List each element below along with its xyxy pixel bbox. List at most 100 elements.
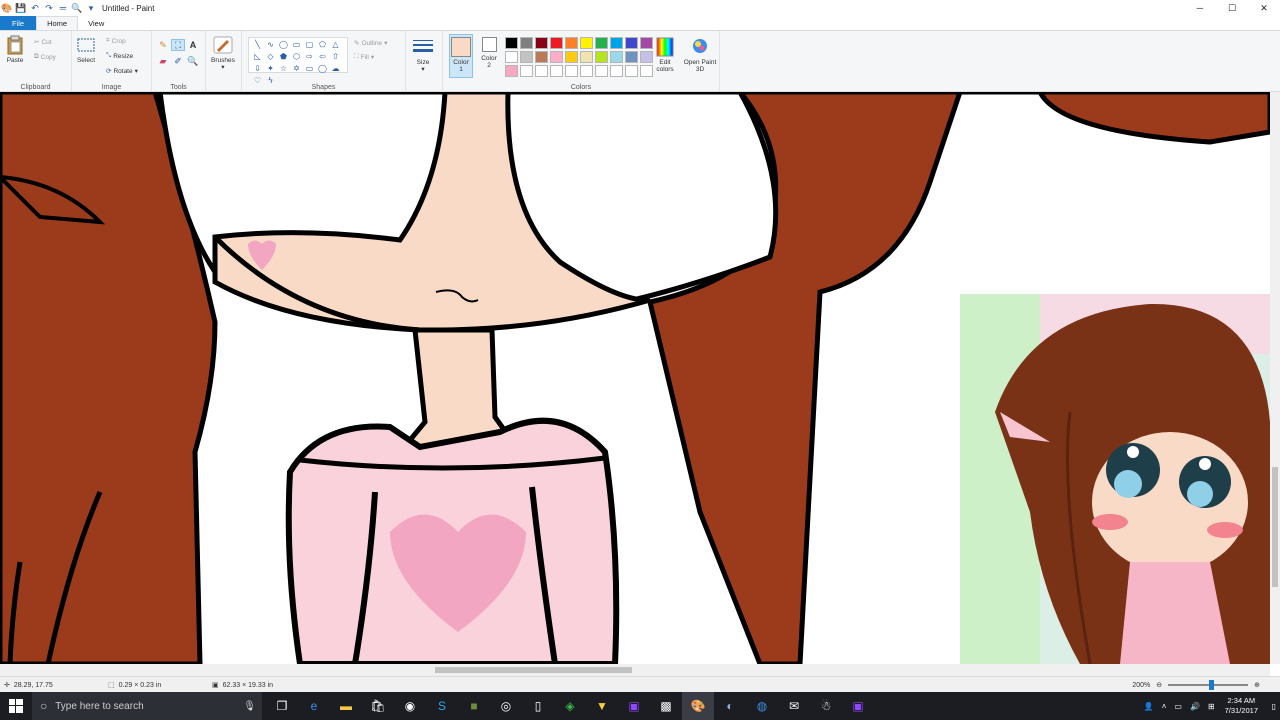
palette-swatch[interactable] xyxy=(520,65,533,77)
brushes-button[interactable]: Brushes ▾ xyxy=(211,34,235,71)
hexagon-shape-icon[interactable]: ⬡ xyxy=(290,50,303,62)
zoom-slider[interactable] xyxy=(1168,680,1249,690)
paint-app-icon[interactable]: 🎨 xyxy=(1,3,12,13)
palette-swatch[interactable] xyxy=(580,51,593,63)
crop-button[interactable]: ⌗ Crop xyxy=(106,35,126,47)
palette-swatch[interactable] xyxy=(505,37,518,49)
palette-swatch[interactable] xyxy=(535,51,548,63)
drawing-canvas[interactable] xyxy=(0,92,1270,664)
chrome-icon[interactable]: ◉ xyxy=(394,692,426,720)
zoom-in-icon[interactable]: ⊕ xyxy=(1254,681,1260,689)
oval-shape-icon[interactable]: ◯ xyxy=(277,38,290,50)
palette-swatch[interactable] xyxy=(565,65,578,77)
palette-swatch[interactable] xyxy=(625,51,638,63)
app-icon-7[interactable]: ◎ xyxy=(490,692,522,720)
twitch-icon-2[interactable]: ▣ xyxy=(842,692,874,720)
volume-icon[interactable]: 🔊 xyxy=(1190,702,1200,711)
tab-view[interactable]: View xyxy=(78,16,114,30)
app-icon-10[interactable]: ▼ xyxy=(586,692,618,720)
palette-swatch[interactable] xyxy=(580,65,593,77)
color-picker-icon[interactable]: ✐ xyxy=(171,55,185,67)
callout-oval-icon[interactable]: ◯ xyxy=(316,62,329,74)
app-icon-12[interactable]: ▩ xyxy=(650,692,682,720)
palette-swatch[interactable] xyxy=(610,65,623,77)
vertical-scroll-thumb[interactable] xyxy=(1272,467,1278,587)
right-triangle-shape-icon[interactable]: ◺ xyxy=(251,50,264,62)
palette-swatch[interactable] xyxy=(580,37,593,49)
palette-swatch[interactable] xyxy=(610,51,623,63)
palette-swatch[interactable] xyxy=(535,65,548,77)
down-arrow-shape-icon[interactable]: ⇩ xyxy=(251,62,264,74)
edit-colors-button[interactable]: Edit colors xyxy=(653,36,677,73)
palette-swatch[interactable] xyxy=(565,37,578,49)
size-button[interactable]: Size ▾ xyxy=(413,36,433,73)
palette-swatch[interactable] xyxy=(595,51,608,63)
horizontal-scroll-thumb[interactable] xyxy=(435,667,632,673)
curve-shape-icon[interactable]: ∿ xyxy=(264,38,277,50)
cut-button[interactable]: ✂ Cut xyxy=(34,36,52,48)
tab-home[interactable]: Home xyxy=(36,16,79,30)
palette-swatch[interactable] xyxy=(625,37,638,49)
five-point-star-icon[interactable]: ☆ xyxy=(277,62,290,74)
six-point-star-icon[interactable]: ✡ xyxy=(290,62,303,74)
palette-swatch[interactable] xyxy=(550,51,563,63)
zoom-out-icon[interactable]: ⊖ xyxy=(1156,681,1162,689)
copy-button[interactable]: ⧉ Copy xyxy=(34,51,56,63)
app-icon-17[interactable]: ☃ xyxy=(810,692,842,720)
microphone-icon[interactable]: 🎙 xyxy=(243,701,256,712)
up-arrow-shape-icon[interactable]: ⇧ xyxy=(329,50,342,62)
network-icon[interactable]: ▭ xyxy=(1174,702,1182,711)
skype-icon[interactable]: S xyxy=(426,692,458,720)
palette-swatch[interactable] xyxy=(610,37,623,49)
pentagon-shape-icon[interactable]: ⬟ xyxy=(277,50,290,62)
redo-icon[interactable]: ↷ xyxy=(44,3,54,13)
people-icon[interactable]: 👤 xyxy=(1144,702,1154,711)
four-point-star-icon[interactable]: ✦ xyxy=(264,62,277,74)
color2-button[interactable]: Color 2 xyxy=(478,37,500,69)
file-explorer-icon[interactable]: ▬ xyxy=(330,692,362,720)
palette-swatch[interactable] xyxy=(640,37,653,49)
palette-swatch[interactable] xyxy=(520,37,533,49)
app-icon-15[interactable]: ◍ xyxy=(746,692,778,720)
palette-swatch[interactable] xyxy=(595,37,608,49)
callout-rect-icon[interactable]: ▭ xyxy=(303,62,316,74)
notification-icon[interactable]: ⊞ xyxy=(1208,702,1215,711)
palette-swatch[interactable] xyxy=(640,65,653,77)
palette-swatch[interactable] xyxy=(535,37,548,49)
palette-swatch[interactable] xyxy=(520,51,533,63)
undo-icon[interactable]: ↶ xyxy=(30,3,40,13)
edge-icon[interactable]: e xyxy=(298,692,330,720)
text-icon[interactable]: A xyxy=(186,39,200,51)
paint-taskbar-icon[interactable]: 🎨 xyxy=(682,692,714,720)
open-paint3d-button[interactable]: Open Paint 3D xyxy=(683,36,717,73)
save-icon[interactable]: 💾 xyxy=(15,3,26,13)
magnifier-icon[interactable]: 🔍 xyxy=(186,55,200,67)
twitch-icon[interactable]: ▣ xyxy=(618,692,650,720)
minecraft-icon[interactable]: ■ xyxy=(458,692,490,720)
palette-swatch[interactable] xyxy=(565,51,578,63)
action-center-icon[interactable]: ▯ xyxy=(1272,702,1276,711)
maximize-button[interactable]: ☐ xyxy=(1216,0,1248,16)
tab-file[interactable]: File xyxy=(0,16,37,30)
resize-button[interactable]: ⤡ Resize xyxy=(106,50,133,62)
outline-button[interactable]: ✎ Outline ▾ xyxy=(354,37,387,49)
right-arrow-shape-icon[interactable]: ⇨ xyxy=(303,50,316,62)
rounded-rectangle-shape-icon[interactable]: ▢ xyxy=(303,38,316,50)
rectangle-shape-icon[interactable]: ▭ xyxy=(290,38,303,50)
palette-swatch[interactable] xyxy=(550,37,563,49)
steam-icon[interactable]: ◐ xyxy=(714,692,746,720)
document-icon[interactable]: ▯ xyxy=(522,692,554,720)
palette-swatch[interactable] xyxy=(625,65,638,77)
fill-bucket-icon[interactable]: ⛶ xyxy=(171,39,185,51)
line-shape-icon[interactable]: ╲ xyxy=(251,38,264,50)
pencil-icon[interactable]: ✎ xyxy=(156,39,170,51)
taskbar-search[interactable]: ○ Type here to search 🎙 xyxy=(32,692,262,720)
customize-chevron-icon[interactable]: ▾ xyxy=(86,3,96,13)
palette-swatch[interactable] xyxy=(505,65,518,77)
start-button[interactable] xyxy=(0,692,32,720)
app-icon-9[interactable]: ◈ xyxy=(554,692,586,720)
task-view-icon[interactable]: ❐ xyxy=(266,692,298,720)
diamond-shape-icon[interactable]: ◇ xyxy=(264,50,277,62)
rotate-button[interactable]: ⟳ Rotate ▾ xyxy=(106,65,138,77)
fill-button[interactable]: ⛶ Fill ▾ xyxy=(354,51,374,63)
